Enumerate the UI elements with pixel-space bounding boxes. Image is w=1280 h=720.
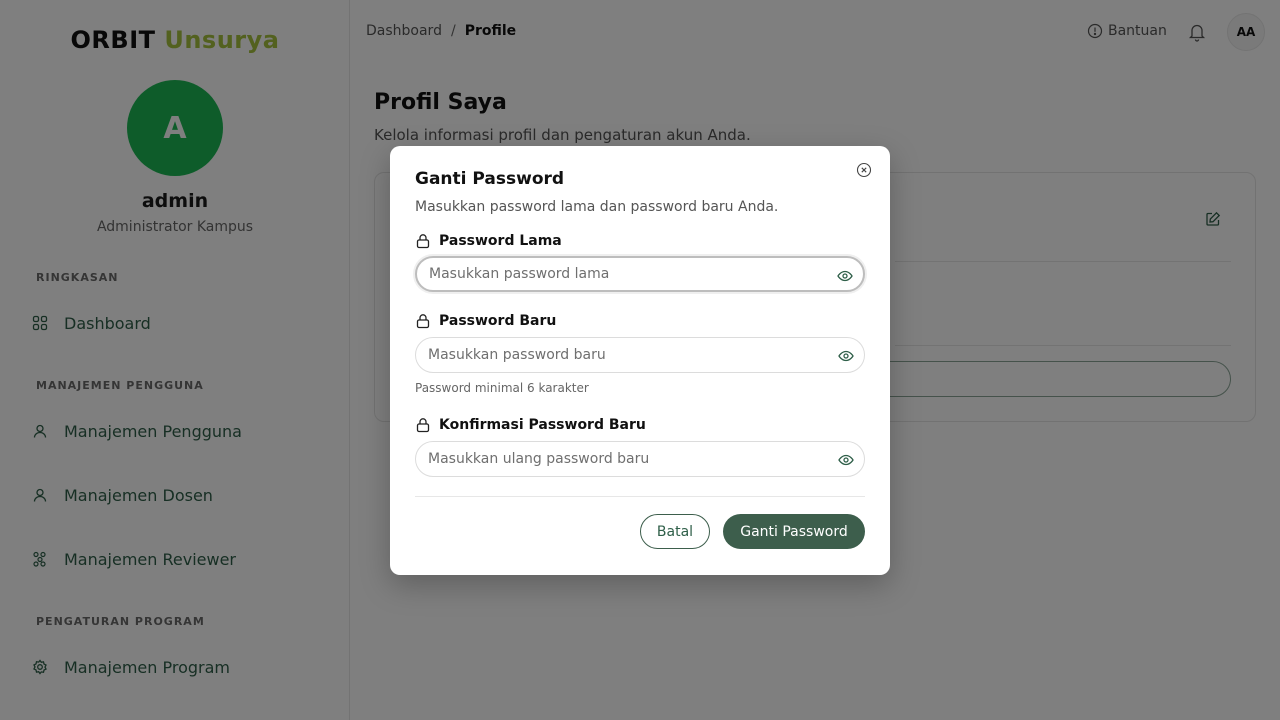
new-password-label: Password Baru	[415, 313, 556, 329]
lock-icon	[415, 417, 431, 433]
dialog-description: Masukkan password lama dan password baru…	[415, 199, 779, 215]
confirm-password-label: Konfirmasi Password Baru	[415, 417, 646, 433]
confirm-password-input[interactable]	[428, 442, 828, 476]
change-password-dialog: Ganti Password Masukkan password lama da…	[390, 146, 890, 575]
lock-icon	[415, 313, 431, 329]
password-hint: Password minimal 6 karakter	[415, 381, 589, 395]
eye-icon[interactable]	[838, 348, 854, 364]
new-password-field[interactable]	[415, 337, 865, 373]
old-password-field[interactable]	[415, 256, 865, 292]
dialog-divider	[415, 496, 865, 497]
change-password-button[interactable]: Ganti Password	[723, 514, 865, 549]
old-password-input[interactable]	[429, 258, 829, 290]
old-password-label: Password Lama	[415, 233, 562, 249]
dialog-title: Ganti Password	[415, 169, 565, 189]
lock-icon	[415, 233, 431, 249]
confirm-password-field[interactable]	[415, 441, 865, 477]
eye-icon[interactable]	[837, 268, 853, 284]
eye-icon[interactable]	[838, 452, 854, 468]
close-icon[interactable]	[856, 162, 874, 180]
new-password-input[interactable]	[428, 338, 828, 372]
cancel-button[interactable]: Batal	[640, 514, 710, 549]
